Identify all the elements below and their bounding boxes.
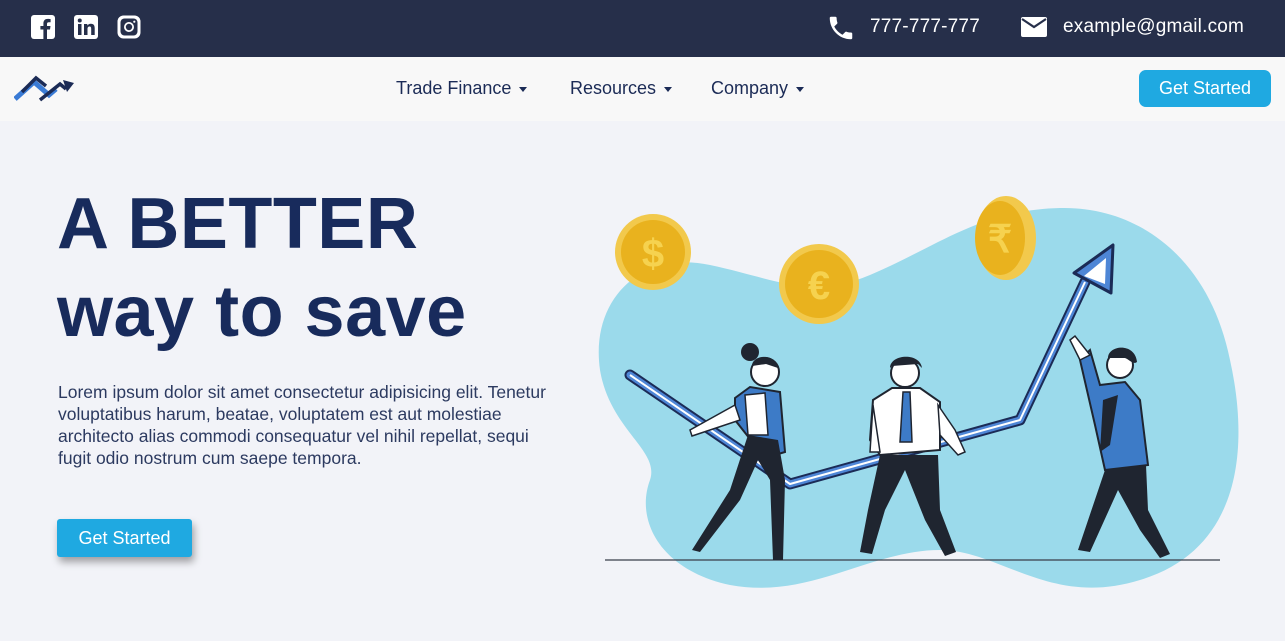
chevron-down-icon: [796, 87, 805, 92]
facebook-icon[interactable]: [30, 14, 56, 40]
main-navbar: Trade Finance Resources Company Get Star…: [0, 57, 1285, 121]
nav-item-label: Trade Finance: [396, 78, 512, 98]
instagram-icon[interactable]: [116, 14, 142, 40]
dollar-coin-icon: $: [615, 214, 691, 290]
email-icon: [1021, 17, 1047, 37]
chevron-down-icon: [519, 87, 528, 92]
nav-item-trade-finance[interactable]: Trade Finance: [396, 78, 528, 99]
get-started-hero-button[interactable]: Get Started: [57, 519, 192, 557]
linkedin-icon[interactable]: [73, 14, 99, 40]
hero-description: Lorem ipsum dolor sit amet consectetur a…: [58, 382, 546, 468]
get-started-nav-button[interactable]: Get Started: [1139, 70, 1271, 107]
coin-symbol: $: [642, 232, 664, 276]
nav-item-resources[interactable]: Resources: [570, 78, 673, 99]
email-address[interactable]: example@gmail.com: [1063, 16, 1244, 38]
chevron-down-icon: [664, 87, 673, 92]
nav-item-label: Company: [711, 78, 789, 98]
phone-icon: [829, 16, 853, 40]
top-bar: 777-777-777 example@gmail.com: [0, 0, 1285, 57]
euro-coin-icon: €: [779, 244, 859, 324]
phone-number[interactable]: 777-777-777: [870, 16, 980, 38]
nav-item-label: Resources: [570, 78, 657, 98]
hero-title-line-2: way to save: [57, 272, 467, 352]
hero-title-line-1: A BETTER: [57, 184, 419, 264]
logo-icon[interactable]: [14, 70, 74, 106]
coin-symbol: €: [808, 264, 830, 308]
coin-symbol: ₹: [988, 219, 1012, 261]
hero-title: A BETTER way to save: [57, 180, 577, 356]
hero-illustration: $ € ₹: [598, 196, 1239, 588]
nav-item-company[interactable]: Company: [711, 78, 805, 99]
